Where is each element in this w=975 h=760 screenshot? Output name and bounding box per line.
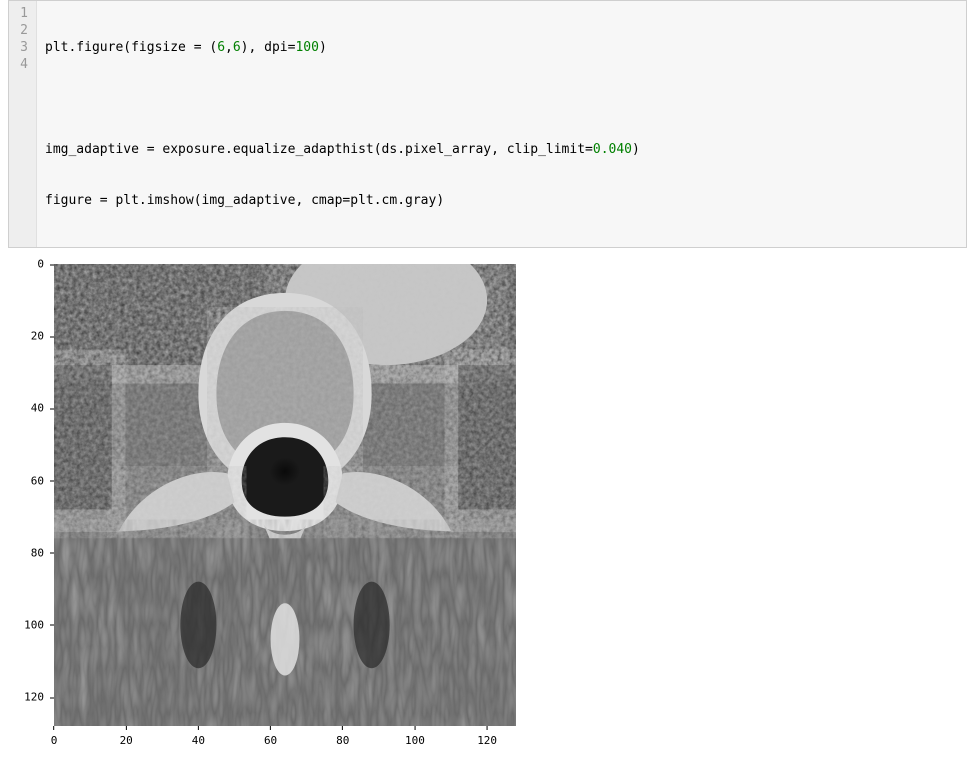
- y-axis-ticks: 0 20 40 60 80 100 120: [8, 264, 48, 726]
- y-tick-label: 40: [31, 402, 44, 415]
- code-editor[interactable]: plt.figure(figsize = (6,6), dpi=100) img…: [37, 1, 966, 247]
- y-tick-label: 60: [31, 474, 44, 487]
- line-number-gutter: 1 2 3 4: [9, 1, 37, 247]
- y-tick-label: 80: [31, 546, 44, 559]
- x-tick-label: 20: [120, 734, 133, 747]
- x-tick-label: 120: [477, 734, 497, 747]
- y-tick-label: 120: [24, 691, 44, 704]
- code-cell: 1 2 3 4 plt.figure(figsize = (6,6), dpi=…: [8, 0, 967, 248]
- line-number: 1: [13, 5, 28, 22]
- ct-image-plot: [54, 264, 516, 726]
- line-number: 4: [13, 56, 28, 73]
- x-axis-ticks: 0 20 40 60 80 100 120: [54, 726, 516, 746]
- line-number: 3: [13, 39, 28, 56]
- x-tick-label: 60: [264, 734, 277, 747]
- output-area: 0 20 40 60 80 100 120: [8, 260, 548, 760]
- ct-scan-image: [54, 264, 516, 726]
- x-tick-label: 100: [405, 734, 425, 747]
- line-number: 2: [13, 22, 28, 39]
- y-tick-label: 100: [24, 618, 44, 631]
- x-tick-label: 80: [336, 734, 349, 747]
- y-tick-label: 20: [31, 330, 44, 343]
- x-tick-label: 40: [192, 734, 205, 747]
- y-tick-label: 0: [37, 258, 44, 271]
- x-tick-label: 0: [51, 734, 58, 747]
